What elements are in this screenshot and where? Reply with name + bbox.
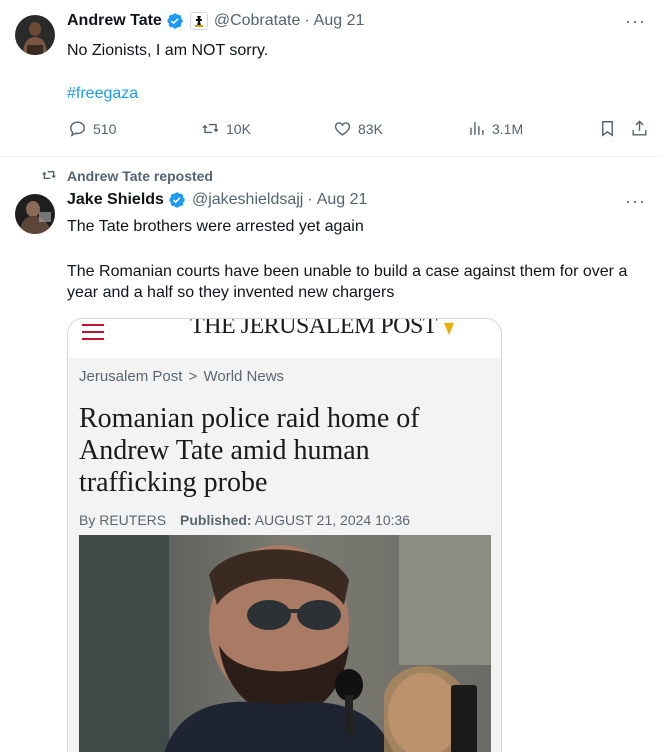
byline-author: By REUTERS — [79, 512, 167, 528]
author-name[interactable]: Andrew Tate — [67, 12, 162, 30]
views-button[interactable]: 3.1M — [467, 119, 523, 138]
more-options-icon[interactable]: ··· — [625, 12, 646, 30]
views-chart-icon — [470, 122, 484, 135]
jpost-logo[interactable]: THE JERUSALEM POST — [190, 319, 456, 340]
repost-button[interactable]: 10K — [201, 119, 251, 138]
views-count: 3.1M — [492, 120, 524, 137]
verified-badge-icon — [169, 192, 185, 208]
tweet-andrew-tate[interactable]: Andrew Tate @Cobratate · Aug 21 ··· No Z… — [0, 0, 662, 156]
published-label: Published: — [180, 512, 252, 528]
share-button[interactable] — [630, 119, 649, 138]
repost-count: 10K — [226, 120, 251, 137]
article-byline: By REUTERS Published: AUGUST 21, 2024 10… — [79, 512, 410, 528]
reply-button[interactable]: 510 — [68, 119, 116, 138]
repost-banner-text[interactable]: Andrew Tate reposted — [67, 168, 213, 184]
avatar[interactable] — [15, 15, 55, 55]
article-photo[interactable] — [79, 535, 491, 752]
avatar[interactable] — [15, 194, 55, 234]
tweet-text-line1: The Tate brothers were arrested yet agai… — [67, 218, 364, 235]
verified-badge-icon — [167, 13, 183, 29]
jpost-emblem-icon — [444, 323, 455, 335]
repost-banner[interactable]: Andrew Tate reposted — [0, 166, 662, 186]
breadcrumb: Jerusalem Post > World News — [79, 368, 284, 385]
meta-separator: · — [307, 191, 313, 208]
author-name[interactable]: Jake Shields — [67, 191, 164, 209]
author-handle[interactable]: @jakeshieldsajj — [192, 191, 303, 209]
share-icon — [632, 120, 647, 136]
breadcrumb-item[interactable]: Jerusalem Post — [79, 368, 182, 385]
article-headline[interactable]: Romanian police raid home of Andrew Tate… — [79, 403, 489, 499]
like-button[interactable]: 83K — [333, 119, 383, 138]
hashtag-link[interactable]: #freegaza — [67, 85, 138, 103]
reply-icon — [70, 121, 85, 137]
tweet-text: No Zionists, I am NOT sorry. — [67, 42, 269, 59]
bookmark-icon — [602, 121, 613, 137]
action-bar: 510 10K 83K 3.1M — [0, 119, 662, 143]
tweet-date[interactable]: Aug 21 — [317, 191, 368, 209]
breadcrumb-item[interactable]: World News — [203, 368, 284, 385]
tweet-divider — [0, 156, 662, 157]
bookmark-button[interactable] — [598, 119, 617, 138]
meta-separator: · — [304, 12, 310, 29]
breadcrumb-separator: > — [188, 368, 198, 385]
tweet-text-line2: The Romanian courts have been unable to … — [67, 263, 628, 301]
reply-count: 510 — [93, 120, 117, 137]
heart-icon — [334, 122, 351, 136]
like-count: 83K — [358, 120, 383, 137]
hamburger-menu-icon[interactable] — [82, 323, 104, 341]
affiliate-badge-icon — [189, 12, 208, 30]
card-header: THE JERUSALEM POST — [68, 319, 501, 359]
more-options-icon[interactable]: ··· — [625, 192, 646, 210]
repost-small-icon — [42, 171, 56, 179]
tweet-date[interactable]: Aug 21 — [314, 12, 365, 30]
article-card[interactable]: THE JERUSALEM POST Jerusalem Post > Worl… — [67, 318, 502, 752]
published-date: AUGUST 21, 2024 10:36 — [254, 512, 411, 528]
repost-icon — [202, 123, 219, 134]
author-handle[interactable]: @Cobratate — [214, 12, 301, 30]
